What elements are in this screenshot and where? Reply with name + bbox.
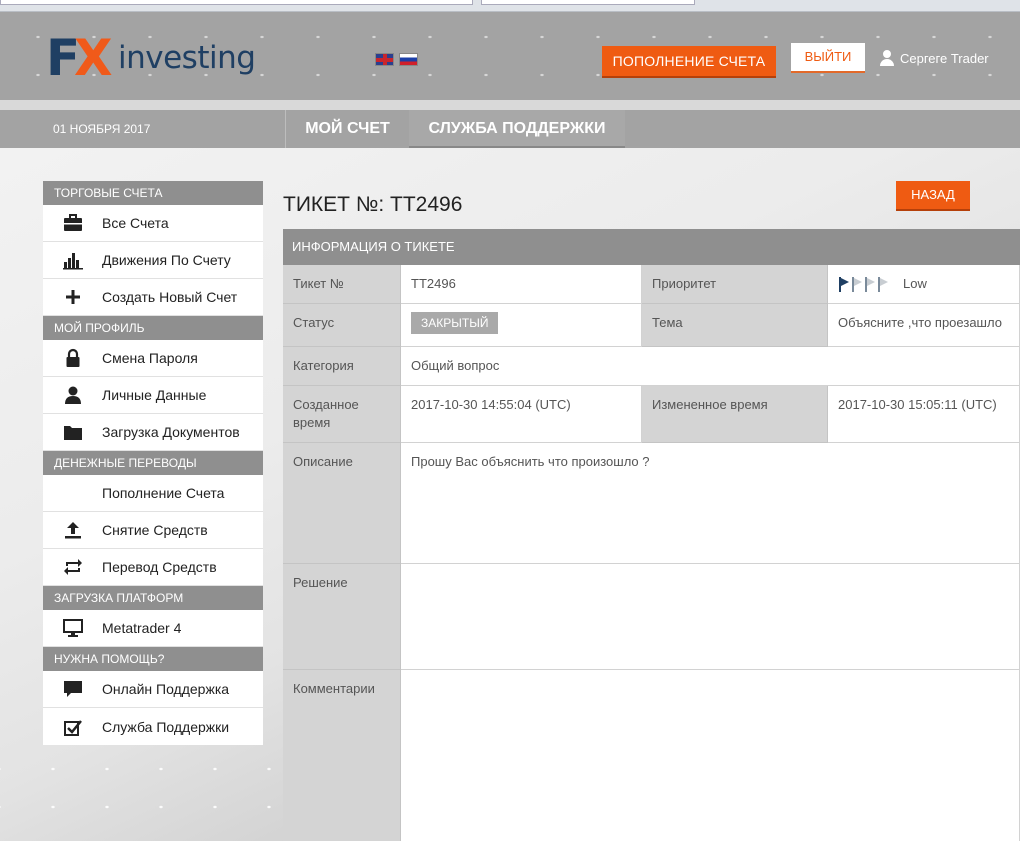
- sidebar-item-label: Пополнение Счета: [102, 485, 225, 501]
- logout-button[interactable]: ВЫЙТИ: [791, 43, 865, 71]
- background-pattern: [0, 740, 283, 841]
- main-nav: 01 НОЯБРЯ 2017 МОЙ СЧЕТ СЛУЖБА ПОДДЕРЖКИ: [0, 110, 1020, 148]
- sidebar-item-label: Смена Пароля: [102, 350, 198, 366]
- label-resolution: Решение: [283, 564, 401, 670]
- label-subject: Тема: [642, 304, 828, 347]
- language-switcher: [375, 53, 418, 66]
- chat-icon: [43, 671, 102, 708]
- label-comments: Комментарии: [283, 670, 401, 841]
- sidebar-item-label: Все Счета: [102, 215, 169, 231]
- browser-search-field[interactable]: [481, 0, 695, 5]
- value-comments: [401, 670, 1020, 841]
- sidebar-item-withdraw[interactable]: Снятие Средств: [43, 512, 263, 549]
- logo-word: investing: [118, 40, 256, 76]
- sidebar-item-label: Создать Новый Счет: [102, 289, 238, 305]
- upload-icon: [43, 512, 102, 549]
- user-icon: [43, 377, 102, 414]
- value-status: ЗАКРЫТЫЙ: [401, 304, 642, 347]
- plus-icon: [43, 279, 102, 316]
- label-created: Созданное время: [283, 386, 401, 443]
- label-priority: Приоритет: [642, 265, 828, 304]
- sidebar-item-deposit[interactable]: Пополнение Счета: [43, 475, 263, 512]
- value-ticket-number: TT2496: [401, 265, 642, 304]
- value-description: Прошу Вас объяснить что произошло ?: [401, 443, 1020, 564]
- value-category: Общий вопрос: [401, 347, 1020, 386]
- value-resolution: [401, 564, 1020, 670]
- tab-my-account[interactable]: МОЙ СЧЕТ: [285, 110, 409, 148]
- sidebar-item-label: Служба Поддержки: [102, 718, 230, 735]
- sidebar-item-personal-data[interactable]: Личные Данные: [43, 377, 263, 414]
- status-badge: ЗАКРЫТЫЙ: [411, 312, 499, 334]
- user-name: Сергеге Trader: [900, 50, 989, 66]
- lock-icon: [43, 340, 102, 377]
- sidebar-item-create-account[interactable]: Создать Новый Счет: [43, 279, 263, 316]
- uk-flag-icon[interactable]: [375, 53, 394, 66]
- browser-toolbar: [0, 0, 1020, 12]
- sidebar-section-transfers: ДЕНЕЖНЫЕ ПЕРЕВОДЫ: [43, 451, 263, 475]
- sidebar-section-platforms: ЗАГРУЗКА ПЛАТФОРМ: [43, 586, 263, 610]
- current-date: 01 НОЯБРЯ 2017: [53, 122, 151, 136]
- sidebar-item-label: Metatrader 4: [102, 620, 182, 636]
- sidebar-item-label: Движения По Счету: [102, 252, 231, 268]
- logo-f: F: [46, 29, 80, 87]
- sidebar-section-trading: ТОРГОВЫЕ СЧЕТА: [43, 181, 263, 205]
- sidebar-item-label: Снятие Средств: [102, 522, 208, 538]
- ticket-info-header: ИНФОРМАЦИЯ О ТИКЕТЕ: [283, 229, 1020, 265]
- sidebar-section-profile: МОЙ ПРОФИЛЬ: [43, 316, 263, 340]
- sidebar-item-label: Загрузка Документов: [102, 424, 240, 440]
- sidebar-item-transfer[interactable]: Перевод Средств: [43, 549, 263, 586]
- label-category: Категория: [283, 347, 401, 386]
- value-subject: Объясните ,что проезашло: [828, 304, 1020, 347]
- monitor-icon: [43, 610, 102, 647]
- sidebar-section-help: НУЖНА ПОМОЩЬ?: [43, 647, 263, 671]
- label-ticket-number: Тикет №: [283, 265, 401, 304]
- checkbox-icon: [43, 708, 102, 745]
- priority-flag-icon: [851, 276, 863, 292]
- value-created: 2017-10-30 14:55:04 (UTC): [401, 386, 642, 443]
- priority-label: Low: [903, 276, 927, 291]
- bar-chart-icon: [43, 242, 102, 279]
- deposit-icon: [43, 475, 102, 512]
- label-modified: Измененное время: [642, 386, 828, 443]
- deposit-button[interactable]: ПОПОЛНЕНИЕ СЧЕТА: [602, 46, 776, 76]
- logo-x: X: [74, 29, 113, 87]
- sidebar-item-all-accounts[interactable]: Все Счета: [43, 205, 263, 242]
- priority-flags-icon: [838, 276, 889, 292]
- priority-flag-icon: [877, 276, 889, 292]
- folder-icon: [43, 414, 102, 451]
- transfer-icon: [43, 549, 102, 586]
- tab-support[interactable]: СЛУЖБА ПОДДЕРЖКИ: [409, 110, 625, 148]
- sidebar-item-label: Онлайн Поддержка: [102, 681, 230, 697]
- page-title: ТИКЕТ №: TT2496: [283, 193, 463, 216]
- briefcase-icon: [43, 205, 102, 242]
- priority-flag-icon: [864, 276, 876, 292]
- site-header: F X investing ПОПОЛНЕНИЕ СЧЕТА ВЫЙТИ Сер…: [0, 12, 1020, 100]
- browser-address-field[interactable]: [0, 0, 473, 5]
- value-priority: Low: [828, 265, 1020, 304]
- sidebar-item-upload-documents[interactable]: Загрузка Документов: [43, 414, 263, 451]
- ticket-info-table: Тикет № TT2496 Приоритет Low Статус ЗАКР…: [283, 265, 1020, 841]
- sidebar-item-metatrader[interactable]: Metatrader 4: [43, 610, 263, 647]
- sidebar-item-online-support[interactable]: Онлайн Поддержка: [43, 671, 263, 708]
- back-button[interactable]: НАЗАД: [896, 181, 970, 209]
- sidebar-item-account-movements[interactable]: Движения По Счету: [43, 242, 263, 279]
- label-description: Описание: [283, 443, 401, 564]
- user-icon: [879, 50, 895, 66]
- sidebar-item-change-password[interactable]: Смена Пароля: [43, 340, 263, 377]
- priority-flag-icon: [838, 276, 850, 292]
- user-menu[interactable]: Сергеге Trader: [879, 50, 989, 66]
- sidebar-item-label: Перевод Средств: [102, 559, 217, 575]
- sidebar-item-label: Личные Данные: [102, 387, 207, 403]
- ru-flag-icon[interactable]: [399, 53, 418, 66]
- sidebar-item-support-service[interactable]: Служба Поддержки: [43, 708, 263, 745]
- sidebar: ТОРГОВЫЕ СЧЕТА Все Счета Движения По Сче…: [43, 181, 263, 745]
- value-modified: 2017-10-30 15:05:11 (UTC): [828, 386, 1020, 443]
- label-status: Статус: [283, 304, 401, 347]
